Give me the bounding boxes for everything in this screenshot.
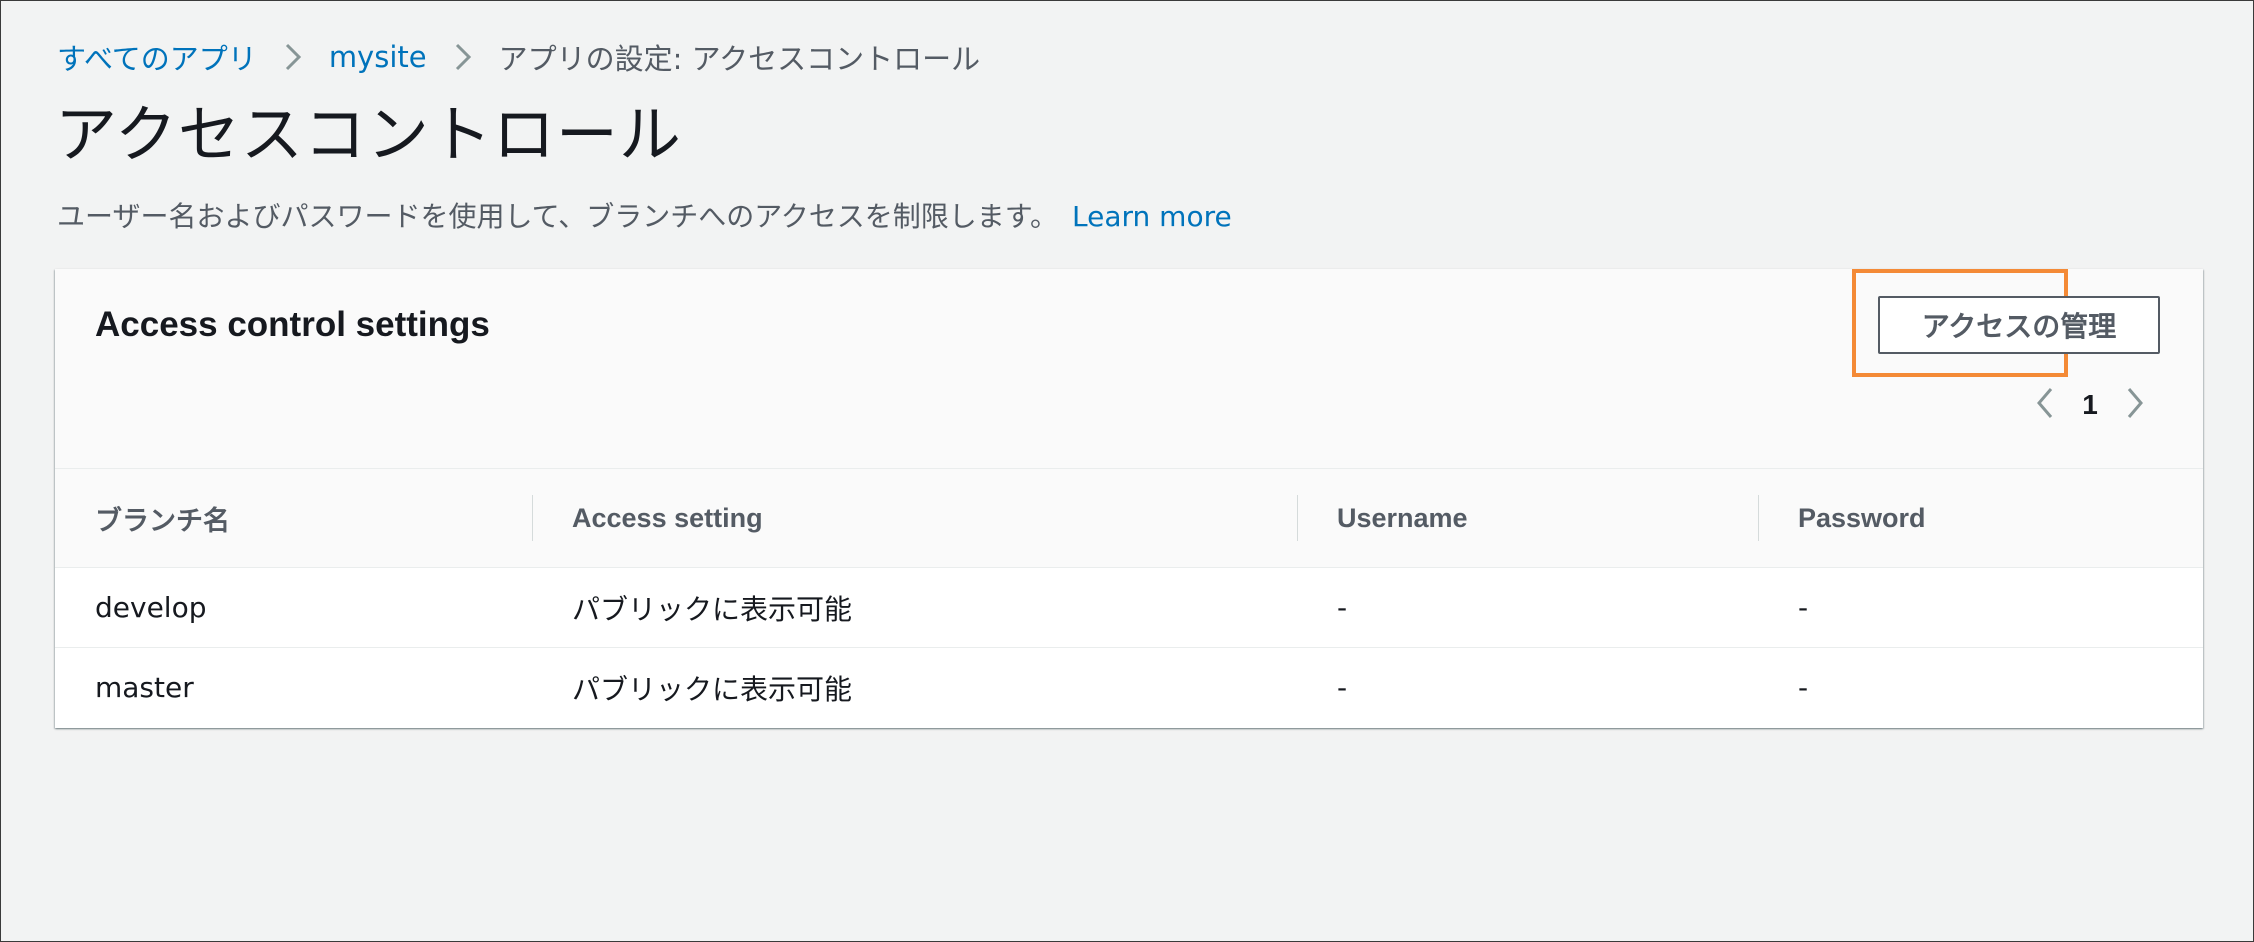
learn-more-link[interactable]: Learn more (1072, 200, 1232, 233)
breadcrumb-link-all-apps[interactable]: すべてのアプリ (57, 36, 257, 78)
cell-branch: master (95, 671, 194, 704)
table-header-row: ブランチ名 Access setting Username Password (55, 469, 2203, 568)
access-control-table: ブランチ名 Access setting Username Password d… (55, 469, 2203, 727)
table-row: master パブリックに表示可能 - - (55, 648, 2203, 728)
page-title: アクセスコントロール (55, 98, 682, 171)
cell-password: - (1798, 671, 1809, 704)
cell-access-setting: パブリックに表示可能 (572, 672, 853, 706)
cell-username: - (1297, 567, 1758, 648)
chevron-left-icon (2035, 386, 2055, 424)
page-description: ユーザー名およびパスワードを使用して、ブランチへのアクセスを制限します。 Lear… (57, 197, 1232, 237)
column-header-username[interactable]: Username (1297, 469, 1758, 568)
description-text: ユーザー名およびパスワードを使用して、ブランチへのアクセスを制限します。 (57, 200, 1059, 233)
chevron-right-icon (427, 37, 499, 77)
cell-password: - (1758, 567, 2203, 648)
column-header-access-setting[interactable]: Access setting (532, 469, 1297, 568)
panel-header: Access control settings アクセスの管理 1 (55, 269, 2203, 469)
next-page-button[interactable] (2105, 381, 2165, 429)
breadcrumb: すべてのアプリ mysite アプリの設定: アクセスコントロール (57, 37, 980, 77)
current-page-number[interactable]: 1 (2075, 389, 2105, 421)
column-header-password[interactable]: Password (1758, 469, 2203, 568)
table-row: develop パブリックに表示可能 - - (55, 567, 2203, 648)
manage-access-button[interactable]: アクセスの管理 (1878, 296, 2160, 354)
previous-page-button[interactable] (2015, 381, 2075, 429)
breadcrumb-current: アプリの設定: アクセスコントロール (498, 42, 981, 76)
panel-title: Access control settings (95, 305, 490, 344)
chevron-right-icon (257, 37, 329, 77)
pagination: 1 (2015, 381, 2165, 429)
column-header-branch[interactable]: ブランチ名 (55, 469, 532, 568)
access-control-panel: Access control settings アクセスの管理 1 ブランチ名 … (55, 269, 2203, 728)
breadcrumb-link-mysite[interactable]: mysite (329, 40, 427, 74)
chevron-right-icon (2125, 386, 2145, 424)
cell-username: - (1337, 671, 1348, 704)
amplify-access-control-page: { "breadcrumb": { "items": [ {"label": "… (0, 0, 2254, 942)
cell-access-setting: パブリックに表示可能 (532, 567, 1297, 648)
cell-branch: develop (55, 567, 532, 648)
